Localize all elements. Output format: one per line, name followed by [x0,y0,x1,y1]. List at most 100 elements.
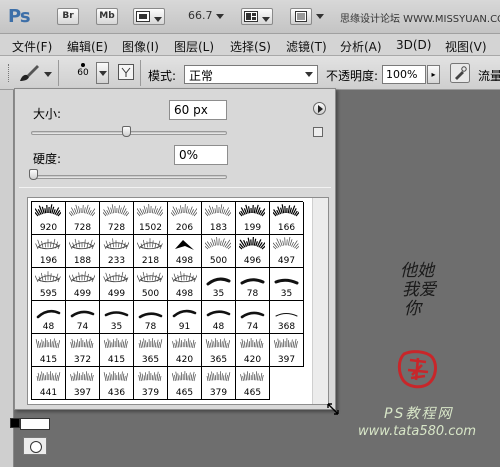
brush-preset-tile[interactable]: 415 [100,334,134,367]
blend-mode-value: 正常 [189,69,214,83]
brush-preset-tile[interactable]: 728 [100,202,134,235]
brush-preset-tile[interactable]: 420 [168,334,202,367]
brush-preset-tile[interactable]: 35 [270,268,304,301]
reset-brush-icon[interactable] [313,127,323,137]
panel-divider [19,187,331,188]
brush-preset-tile[interactable]: 465 [168,367,202,400]
brush-preset-tile[interactable]: 233 [100,235,134,268]
brush-preset-tile[interactable]: 465 [236,367,270,400]
film-icon [136,11,151,22]
brush-preset-tile[interactable]: 500 [134,268,168,301]
brush-preset-tile[interactable]: 497 [270,235,304,268]
application-bar: Ps Br Mb 66.7 思缘设计论坛 WWW.MISSYUAN.COM [0,0,500,34]
brush-preset-tile[interactable]: 496 [236,235,270,268]
opacity-input[interactable]: 100% [382,65,426,84]
brush-preset-tile[interactable]: 498 [168,268,202,301]
brush-preset-tile[interactable]: 183 [202,202,236,235]
brush-preset-tile[interactable]: 78 [236,268,270,301]
menu-layer[interactable]: 图层(L) [174,38,214,55]
brush-panel-toggle-icon[interactable] [118,64,134,80]
brush-size-label: 183 [209,223,228,233]
brush-preset-tile[interactable]: 499 [66,268,100,301]
brush-preset-tile[interactable]: 1502 [134,202,168,235]
brush-preset-tile[interactable]: 441 [32,367,66,400]
brush-preset-tile[interactable]: 415 [32,334,66,367]
brush-tip-preview-icon [171,371,196,382]
brush-tool-icon[interactable] [18,63,40,83]
mini-bridge-button[interactable]: Mb [96,8,118,25]
calligraphy-line: 你 [404,299,421,319]
brush-preset-tile[interactable]: 499 [100,268,134,301]
chevron-down-icon[interactable] [44,72,52,77]
blend-mode-select[interactable]: 正常 [184,65,318,84]
brush-preset-tile[interactable]: 74 [66,301,100,334]
hardness-slider-track[interactable] [31,175,227,179]
brush-preset-tile[interactable]: 500 [202,235,236,268]
brush-preset-tile[interactable]: 78 [134,301,168,334]
chevron-down-icon[interactable] [316,14,324,19]
menu-3d[interactable]: 3D(D) [396,38,431,52]
brush-preset-tile[interactable]: 436 [100,367,134,400]
brush-preset-picker-button[interactable] [96,62,109,84]
foreground-color-swatch[interactable] [10,418,20,428]
brush-preset-tile[interactable]: 379 [202,367,236,400]
brush-size-label: 166 [277,223,296,233]
brush-preset-tile[interactable]: 397 [270,334,304,367]
brush-preset-tile[interactable]: 35 [202,268,236,301]
brush-preset-tile[interactable]: 420 [236,334,270,367]
options-grip[interactable] [8,64,11,82]
opacity-slider-button[interactable]: ▸ [427,65,440,84]
bridge-button[interactable]: Br [57,8,79,25]
view-extras-button[interactable] [133,8,165,25]
brush-preset-tile[interactable]: 365 [134,334,168,367]
menu-file[interactable]: 文件(F) [12,38,52,55]
menu-image[interactable]: 图像(I) [122,38,159,55]
brush-size-label: 35 [212,289,225,299]
size-slider-thumb[interactable] [122,126,132,137]
brush-preset-tile[interactable]: 196 [32,235,66,268]
brush-preset-tile[interactable]: 188 [66,235,100,268]
airbrush-icon[interactable] [450,63,470,83]
zoom-level[interactable]: 66.7 [188,9,224,22]
brush-preset-tile[interactable]: 920 [32,202,66,235]
brush-preset-tile[interactable]: 728 [66,202,100,235]
menu-analysis[interactable]: 分析(A) [340,38,382,55]
background-color-swatch[interactable] [20,418,50,430]
brush-list-scrollbar[interactable] [312,198,328,404]
size-input[interactable]: 60 px [169,100,227,120]
brush-preset-tile[interactable]: 397 [66,367,100,400]
brush-preset-tile[interactable]: 91 [168,301,202,334]
brush-preset-tile[interactable]: 74 [236,301,270,334]
brush-preset-tile[interactable]: 48 [202,301,236,334]
brush-preset-tile[interactable]: 199 [236,202,270,235]
panel-menu-button[interactable] [313,102,326,115]
brush-preset-tile[interactable]: 218 [134,235,168,268]
menu-select[interactable]: 选择(S) [230,38,271,55]
brush-preset-tile[interactable]: 498 [168,235,202,268]
menu-edit[interactable]: 编辑(E) [67,38,108,55]
brush-tip-preview-icon [205,204,231,217]
hardness-slider-thumb[interactable] [29,169,38,180]
brush-size-label: 397 [277,355,296,365]
menu-view[interactable]: 视图(V) [445,38,487,55]
brush-tip-preview-icon [70,371,94,382]
brush-size-label: 496 [243,256,262,266]
brush-preset-tile[interactable]: 35 [100,301,134,334]
brush-preset-tile[interactable]: 206 [168,202,202,235]
menu-filter[interactable]: 滤镜(T) [286,38,327,55]
brush-tip-preview-icon [35,338,61,349]
brush-preset-tile[interactable]: 48 [32,301,66,334]
brush-preset-sample[interactable]: 60 [68,60,98,86]
quick-mask-button[interactable] [23,437,47,455]
brush-preset-tile[interactable]: 166 [270,202,304,235]
hardness-input[interactable]: 0% [174,145,228,165]
brush-preset-tile[interactable]: 372 [66,334,100,367]
brush-size-sample-label: 60 [77,68,89,78]
arrange-documents-button[interactable] [241,8,273,25]
resize-grip-icon[interactable] [326,402,340,416]
brush-preset-tile[interactable]: 365 [202,334,236,367]
brush-preset-tile[interactable]: 368 [270,301,304,334]
brush-preset-tile[interactable]: 379 [134,367,168,400]
brush-preset-tile[interactable]: 595 [32,268,66,301]
screen-mode-button[interactable] [290,8,312,25]
